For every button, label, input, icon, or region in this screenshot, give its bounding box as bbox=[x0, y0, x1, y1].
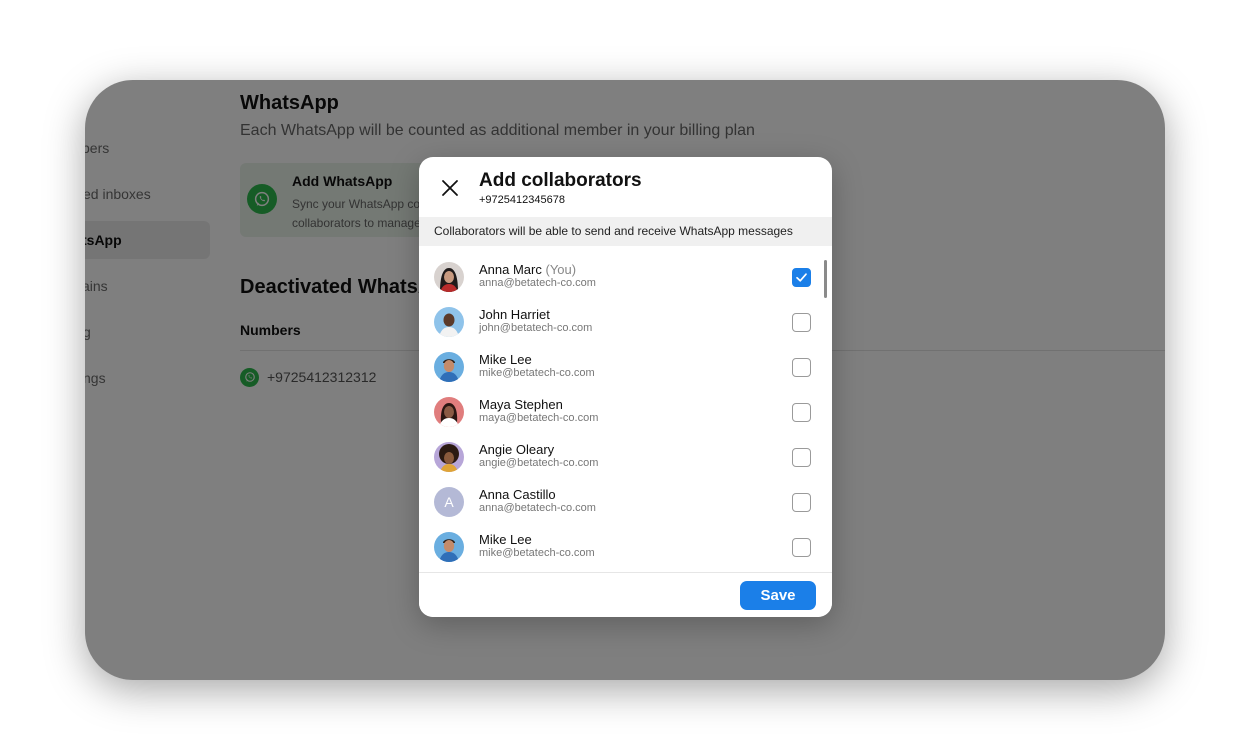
collaborator-name: Maya Stephen bbox=[479, 397, 563, 412]
close-button[interactable] bbox=[437, 175, 463, 201]
collaborator-checkbox[interactable] bbox=[792, 538, 811, 557]
collaborator-email: angie@betatech-co.com bbox=[479, 457, 599, 469]
dialog-phone-number: +9725412345678 bbox=[479, 194, 565, 206]
collaborator-name: Mike Lee bbox=[479, 532, 532, 547]
avatar bbox=[434, 532, 464, 562]
collaborator-row[interactable]: Angie Oleary angie@betatech-co.com bbox=[419, 442, 832, 487]
collaborator-checkbox[interactable] bbox=[792, 358, 811, 377]
collaborator-row[interactable]: Mike Lee mike@betatech-co.com bbox=[419, 352, 832, 397]
collaborator-email: maya@betatech-co.com bbox=[479, 412, 599, 424]
collaborator-row[interactable]: Mike Lee mike@betatech-co.com bbox=[419, 532, 832, 572]
collaborator-email: mike@betatech-co.com bbox=[479, 547, 595, 559]
dialog-footer: Save bbox=[419, 572, 832, 617]
collaborator-name: Anna Castillo bbox=[479, 487, 556, 502]
avatar bbox=[434, 307, 464, 337]
collaborator-name: John Harriet bbox=[479, 307, 550, 322]
collaborator-row[interactable]: A Anna Castillo anna@betatech-co.com bbox=[419, 487, 832, 532]
info-banner: Collaborators will be able to send and r… bbox=[419, 217, 832, 246]
collaborator-checkbox[interactable] bbox=[792, 268, 811, 287]
you-label: (You) bbox=[545, 262, 577, 277]
dialog-title: Add collaborators bbox=[479, 170, 642, 191]
save-button[interactable]: Save bbox=[740, 581, 816, 610]
collaborator-checkbox[interactable] bbox=[792, 403, 811, 422]
avatar bbox=[434, 442, 464, 472]
collaborator-row[interactable]: Anna Marc (You) anna@betatech-co.com bbox=[419, 262, 832, 307]
collaborator-email: anna@betatech-co.com bbox=[479, 277, 596, 289]
collaborator-checkbox[interactable] bbox=[792, 448, 811, 467]
collaborator-checkbox[interactable] bbox=[792, 313, 811, 332]
collaborator-email: john@betatech-co.com bbox=[479, 322, 593, 334]
avatar bbox=[434, 397, 464, 427]
collaborator-name: Angie Oleary bbox=[479, 442, 555, 457]
avatar bbox=[434, 352, 464, 382]
close-icon bbox=[442, 180, 458, 196]
list-scrollbar[interactable] bbox=[824, 260, 827, 298]
checkmark-icon bbox=[796, 273, 807, 282]
avatar bbox=[434, 262, 464, 292]
collaborator-email: anna@betatech-co.com bbox=[479, 502, 596, 514]
collaborator-row[interactable]: Maya Stephen maya@betatech-co.com bbox=[419, 397, 832, 442]
collaborator-list[interactable]: Anna Marc (You) anna@betatech-co.com Joh… bbox=[419, 252, 832, 572]
add-collaborators-dialog: Add collaborators +9725412345678 Collabo… bbox=[419, 157, 832, 617]
collaborator-name: Mike Lee bbox=[479, 352, 532, 367]
collaborator-name: Anna Marc (You) bbox=[479, 262, 577, 277]
avatar: A bbox=[434, 487, 464, 517]
collaborator-email: mike@betatech-co.com bbox=[479, 367, 595, 379]
collaborator-checkbox[interactable] bbox=[792, 493, 811, 512]
collaborator-row[interactable]: John Harriet john@betatech-co.com bbox=[419, 307, 832, 352]
